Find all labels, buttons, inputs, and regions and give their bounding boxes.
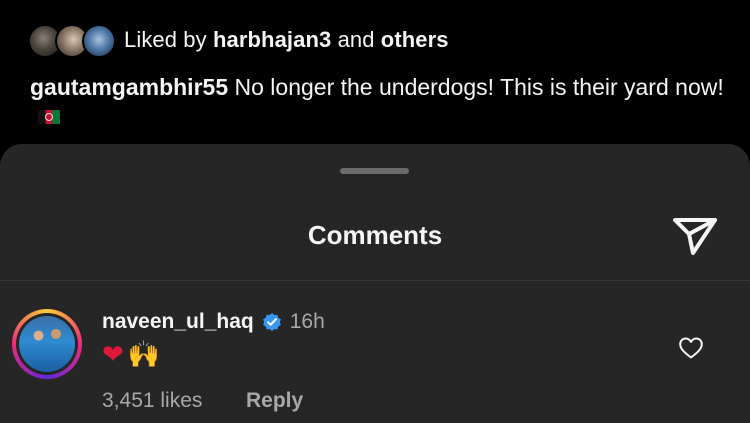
liked-by-and: and xyxy=(337,27,375,52)
sheet-divider xyxy=(0,280,750,281)
liked-by-others[interactable]: others xyxy=(381,27,449,52)
post-caption: gautamgambhir55 No longer the underdogs!… xyxy=(30,72,730,132)
comments-sheet: Comments naveen_ul_haq 16h ❤ 🙌 3,451 like… xyxy=(0,144,750,423)
heart-outline-icon[interactable] xyxy=(678,336,704,360)
liked-by-user[interactable]: harbhajan3 xyxy=(213,27,331,52)
comment-header: naveen_ul_haq 16h xyxy=(102,307,325,337)
reply-button[interactable]: Reply xyxy=(246,389,303,413)
verified-badge-icon xyxy=(262,313,281,332)
caption-text: No longer the underdogs! This is their y… xyxy=(234,74,724,100)
liked-by-prefix: Liked by xyxy=(124,27,207,52)
liker-avatar xyxy=(82,24,116,58)
liked-by-row[interactable]: Liked by harbhajan3 and others xyxy=(28,22,449,58)
comment-timestamp: 16h xyxy=(289,310,325,333)
liker-avatars xyxy=(28,23,116,58)
comment-item: naveen_ul_haq 16h ❤ 🙌 3,451 likes Reply xyxy=(0,304,750,423)
caption-username[interactable]: gautamgambhir55 xyxy=(30,74,228,100)
comments-title: Comments xyxy=(307,220,443,250)
sheet-drag-handle[interactable] xyxy=(340,168,409,174)
comment-likes-count[interactable]: 3,451 likes xyxy=(102,389,202,413)
red-heart-emoji: ❤ xyxy=(102,340,124,370)
comment-username[interactable]: naveen_ul_haq xyxy=(102,310,254,334)
commenter-avatar-story-ring[interactable] xyxy=(12,309,82,379)
afghanistan-flag-icon xyxy=(38,109,60,124)
commenter-avatar xyxy=(19,316,75,372)
send-icon[interactable] xyxy=(672,216,718,256)
raising-hands-emoji: 🙌 xyxy=(127,340,161,370)
liked-by-text: Liked by harbhajan3 and others xyxy=(124,27,449,53)
comment-body: ❤ 🙌 xyxy=(102,338,160,372)
